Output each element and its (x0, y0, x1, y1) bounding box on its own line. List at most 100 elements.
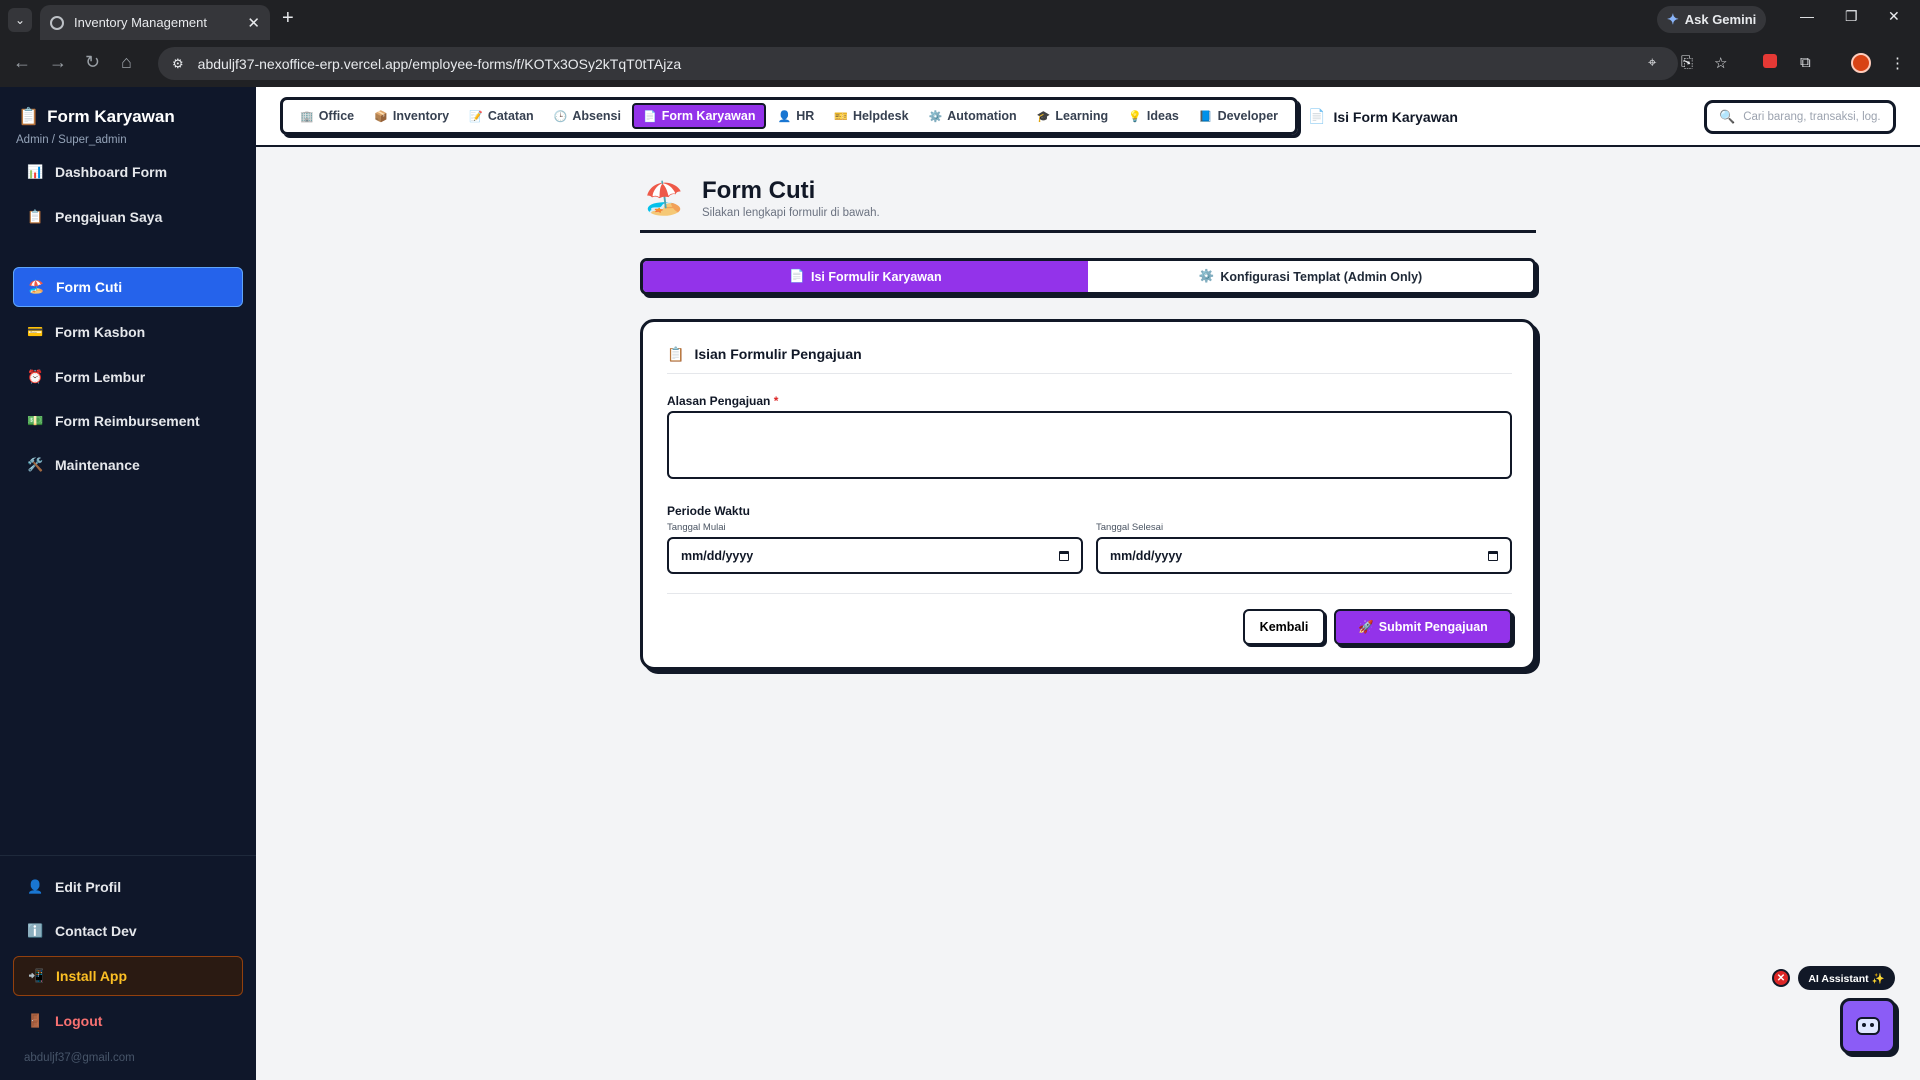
sidebar-item-contact-dev[interactable]: ℹ️ Contact Dev (13, 911, 243, 951)
money-icon: 💵 (27, 413, 44, 428)
install-app-button[interactable]: 📲 Install App (13, 956, 243, 996)
end-date-label: Tanggal Selesai (1096, 522, 1164, 533)
home-icon[interactable]: ⌂ (121, 52, 132, 73)
close-icon[interactable]: ✕ (247, 14, 260, 32)
package-icon: 📦 (374, 110, 388, 123)
calendar-icon[interactable] (1488, 550, 1498, 561)
assistant-close-icon[interactable]: ✕ (1772, 969, 1790, 987)
door-icon: 🚪 (27, 1013, 44, 1028)
chart-icon: 📊 (27, 164, 44, 179)
tab-label: Developer (1217, 109, 1279, 123)
tab-title: Inventory Management (74, 15, 207, 30)
start-date-label: Tanggal Mulai (667, 522, 726, 533)
sidebar-item-edit-profil[interactable]: 👤 Edit Profil (13, 867, 243, 907)
tab-label: Helpdesk (852, 109, 909, 123)
reason-textarea[interactable] (667, 411, 1512, 479)
sidebar-item-label: Pengajuan Saya (55, 209, 163, 225)
sidebar-item-maintenance[interactable]: 🛠️ Maintenance (13, 445, 243, 485)
back-arrow-icon[interactable]: ← (13, 52, 31, 73)
tab-konfigurasi-templat[interactable]: ⚙️ Konfigurasi Templat (Admin Only) (1088, 261, 1533, 292)
start-date-input[interactable]: mm/dd/yyyy (667, 537, 1083, 574)
reload-icon[interactable]: ↻ (85, 52, 100, 73)
restore-icon[interactable]: ❐ (1845, 8, 1858, 25)
browser-toolbar: ← → ↻ ⌂ ⚙ abduljf37-nexoffice-erp.vercel… (0, 40, 1920, 87)
forward-arrow-icon[interactable]: → (49, 52, 67, 73)
memo-icon: 📝 (469, 110, 483, 123)
browser-tab[interactable]: Inventory Management ✕ (40, 5, 270, 40)
sidebar-item-pengajuan-saya[interactable]: 📋 Pengajuan Saya (13, 197, 243, 237)
required-mark: * (773, 394, 779, 408)
assistant-launcher-button[interactable] (1840, 998, 1896, 1054)
clock-icon: 🕒 (553, 110, 568, 123)
tab-label: Konfigurasi Templat (Admin Only) (1220, 269, 1423, 284)
beach-umbrella-icon: 🏖️ (644, 180, 684, 216)
logout-button[interactable]: 🚪 Logout (13, 1001, 243, 1041)
beach-umbrella-icon: 🏖️ (28, 279, 45, 294)
tab-list-chevron-icon[interactable]: ⌄ (8, 8, 32, 32)
search-icon: 🔍 (1719, 109, 1736, 124)
bookmark-star-icon[interactable]: ☆ (1714, 54, 1727, 72)
site-settings-icon[interactable]: ⚙ (172, 56, 184, 72)
minimize-icon[interactable]: — (1800, 8, 1814, 24)
sidebar-item-label: Dashboard Form (55, 164, 168, 180)
tab-office[interactable]: 🏢 Office (291, 103, 363, 129)
module-nav: 🏢 Office 📦 Inventory 📝 Catatan 🕒 Absensi 📄 Fo… (280, 97, 1299, 135)
tab-developer[interactable]: 📘 Developer (1190, 103, 1287, 129)
install-app-icon[interactable]: ⎘ (1681, 54, 1693, 71)
sidebar-item-form-kasbon[interactable]: 💳 Form Kasbon (13, 312, 243, 352)
sidebar-item-form-cuti[interactable]: 🏖️ Form Cuti (13, 267, 243, 307)
tab-absensi[interactable]: 🕒 Absensi (545, 103, 630, 129)
tab-hr[interactable]: 👤 HR (768, 103, 823, 129)
profile-avatar[interactable] (1851, 53, 1871, 73)
period-label: Periode Waktu (667, 504, 750, 518)
tab-catatan[interactable]: 📝 Catatan (460, 103, 543, 129)
new-tab-plus-icon[interactable]: + (282, 7, 294, 30)
sidebar-item-dashboard-form[interactable]: 📊 Dashboard Form (13, 152, 243, 192)
tab-label: Catatan (487, 109, 534, 123)
submit-button[interactable]: 🚀 Submit Pengajuan (1334, 609, 1512, 645)
kebab-menu-icon[interactable]: ⋮ (1890, 54, 1905, 72)
sidebar-item-label: Maintenance (55, 457, 140, 473)
document-icon: 📄 (643, 110, 657, 123)
reason-label-text: Alasan Pengajuan (667, 394, 771, 408)
extensions-puzzle-icon[interactable]: ⧉ (1800, 54, 1811, 71)
location-pin-icon[interactable]: ⌖ (1648, 54, 1656, 71)
graduation-cap-icon: 🎓 (1036, 110, 1051, 123)
end-date-input[interactable]: mm/dd/yyyy (1096, 537, 1512, 574)
sidebar-item-form-lembur[interactable]: ⏰ Form Lembur (13, 357, 243, 397)
sidebar-item-label: Form Lembur (55, 369, 146, 385)
search-input[interactable] (1743, 111, 1882, 123)
tab-label: Automation (947, 109, 1017, 123)
tab-helpdesk[interactable]: 🎫 Helpdesk (825, 103, 917, 129)
address-bar[interactable]: ⚙ abduljf37-nexoffice-erp.vercel.app/emp… (158, 47, 1678, 80)
tab-ideas[interactable]: 💡 Ideas (1119, 103, 1188, 129)
url-text: abduljf37-nexoffice-erp.vercel.app/emplo… (197, 55, 682, 72)
user-icon: 👤 (27, 879, 44, 894)
robot-icon (1856, 1017, 1880, 1035)
calendar-icon[interactable] (1059, 550, 1069, 561)
page-title: Form Cuti (702, 177, 816, 204)
tab-inventory[interactable]: 📦 Inventory (365, 103, 458, 129)
assistant-label[interactable]: AI Assistant ✨ (1798, 966, 1895, 990)
ask-gemini-button[interactable]: ✦ Ask Gemini (1657, 6, 1767, 33)
tab-label: Ideas (1146, 109, 1179, 123)
back-button[interactable]: Kembali (1243, 609, 1325, 645)
tab-form-karyawan[interactable]: 📄 Form Karyawan (632, 103, 767, 129)
submit-label: Submit Pengajuan (1378, 620, 1488, 634)
tab-strip: ⌄ Inventory Management ✕ + ✦ Ask Gemini … (0, 0, 1920, 40)
tab-label: Form Karyawan (661, 109, 756, 123)
lightbulb-icon: 💡 (1128, 110, 1142, 123)
book-icon: 📘 (1198, 110, 1213, 123)
window-close-icon[interactable]: ✕ (1888, 8, 1900, 25)
sidebar-title: 📋 Form Karyawan (18, 107, 175, 127)
tab-isi-formulir[interactable]: 📄 Isi Formulir Karyawan (643, 261, 1088, 292)
tab-label: Inventory (392, 109, 450, 123)
page-breadcrumb: 📄 Isi Form Karyawan (1308, 108, 1458, 125)
gear-icon: ⚙️ (1198, 269, 1215, 283)
card-heading: 📋 Isian Formulir Pengajuan (667, 346, 1512, 374)
sidebar-item-form-reimbursement[interactable]: 💵 Form Reimbursement (13, 401, 243, 441)
tab-learning[interactable]: 🎓 Learning (1028, 103, 1118, 129)
extension-icon[interactable] (1763, 54, 1777, 68)
tab-automation[interactable]: ⚙️ Automation (920, 103, 1026, 129)
alarm-clock-icon: ⏰ (27, 369, 44, 384)
